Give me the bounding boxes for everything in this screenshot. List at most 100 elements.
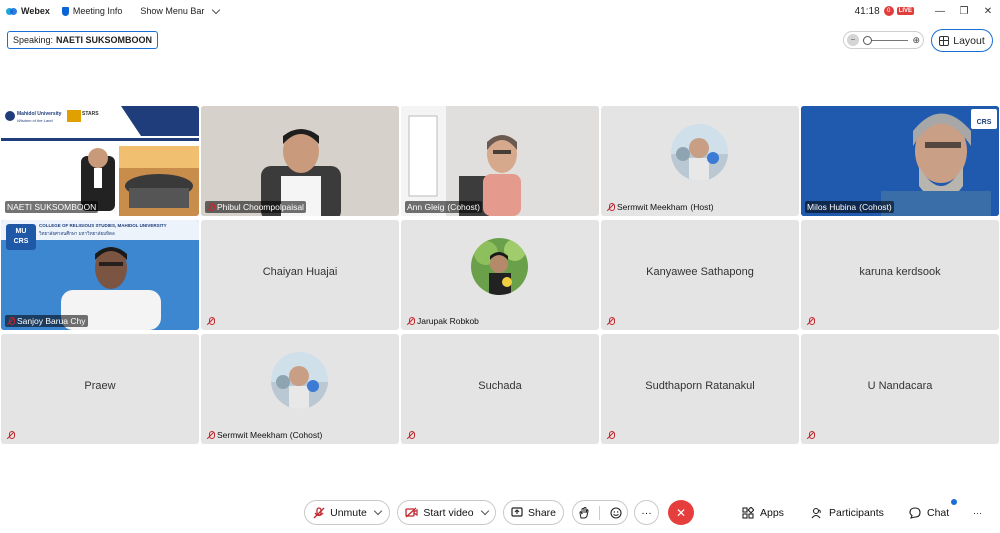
meeting-info-label: Meeting Info (72, 6, 123, 16)
layout-button[interactable]: Layout (931, 29, 993, 52)
share-button[interactable]: Share (503, 500, 564, 525)
close-button[interactable]: ✕ (976, 0, 1000, 22)
mic-muted-icon (607, 317, 615, 326)
share-label: Share (527, 506, 557, 519)
zoom-out-icon[interactable]: − (847, 34, 859, 46)
crs-banner-line2: วิทยาลัยศาสนศึกษา มหาวิทยาลัยมหิดล (39, 231, 115, 236)
overflow-menu-button[interactable]: ··· (973, 503, 982, 523)
participant-label: Jarupak Robkob (405, 315, 481, 327)
mic-muted-icon (207, 317, 215, 326)
mic-muted-icon (407, 431, 415, 440)
participant-name: Sermwit Meekham (Cohost) (217, 430, 323, 440)
video-tile-sermwit-host[interactable]: Sermwit Meekham (Host) (601, 106, 799, 216)
avatar (471, 238, 528, 295)
more-options-button[interactable]: ··· (634, 500, 659, 525)
participant-label (605, 316, 616, 327)
raise-hand-icon[interactable] (578, 506, 589, 519)
participants-button[interactable]: Participants (811, 503, 884, 523)
participant-label: Phibul Choompolpaisal (205, 201, 306, 213)
participant-status: (Cohost) (447, 202, 480, 212)
participant-label: Milos Hubina (Cohost) (805, 201, 894, 213)
participant-center-name: U Nandacara (867, 380, 933, 392)
recording-indicator: 0 (883, 6, 894, 16)
apps-button[interactable]: Apps (742, 503, 784, 523)
video-tile-praew[interactable]: Praew (1, 334, 199, 444)
reactions-group[interactable] (572, 500, 628, 525)
crs-watermark: CRS (971, 109, 997, 129)
participant-name: NAETI SUKSOMBOON (7, 202, 97, 212)
share-icon (511, 507, 523, 517)
participant-center-name: Chaiyan Huajai (262, 266, 338, 278)
reaction-emoji-icon[interactable] (610, 506, 622, 519)
avatar (671, 124, 728, 181)
app-title: Webex (6, 6, 50, 16)
zoom-in-icon[interactable]: ⊕ (912, 35, 920, 46)
video-tile-chaiyan[interactable]: Chaiyan Huajai (201, 220, 399, 330)
chat-notification-dot (951, 499, 957, 505)
apps-label: Apps (760, 507, 784, 519)
start-video-button[interactable]: Start video (397, 500, 496, 525)
participant-center-name: Suchada (478, 380, 522, 392)
avatar-photo (471, 238, 528, 295)
video-tile-phibul[interactable]: Phibul Choompolpaisal (201, 106, 399, 216)
participant-center-name: karuna kerdsook (859, 266, 941, 278)
crs-logo-top: MU (15, 228, 27, 235)
participants-label: Participants (829, 507, 884, 519)
chat-button[interactable]: Chat (909, 503, 949, 523)
video-tile-ann-gleig[interactable]: Ann Gleig (Cohost) (401, 106, 599, 216)
close-icon: ✕ (675, 505, 687, 520)
video-tile-jarupak[interactable]: Jarupak Robkob (401, 220, 599, 330)
crs-logo: MU CRS (6, 224, 36, 250)
show-menu-bar-button[interactable]: Show Menu Bar (140, 5, 221, 16)
participant-name: Milos Hubina (807, 202, 857, 212)
speaking-name: NAETI SUKSOMBOON (56, 35, 153, 45)
mic-muted-icon (313, 506, 325, 518)
video-tile-sanjoy[interactable]: MU CRS COLLEGE OF RELIGIOUS STUDIES, MAH… (1, 220, 199, 330)
zoom-track[interactable] (863, 35, 909, 45)
restore-button[interactable]: ❐ (952, 0, 976, 22)
video-tile-u-nandacara[interactable]: U Nandacara (801, 334, 999, 444)
video-tile-karuna[interactable]: karuna kerdsook (801, 220, 999, 330)
chevron-down-icon[interactable] (480, 506, 489, 516)
speaking-prefix: Speaking: (13, 35, 54, 45)
crs-banner-line1: COLLEGE OF RELIGIOUS STUDIES, MAHIDOL UN… (39, 223, 167, 228)
video-tile-kanyawee[interactable]: Kanyawee Sathapong (601, 220, 799, 330)
video-tile-sermwit-cohost[interactable]: Sermwit Meekham (Cohost) (201, 334, 399, 444)
participant-video (201, 106, 399, 216)
video-tile-suchada[interactable]: Suchada (401, 334, 599, 444)
zoom-slider[interactable]: − ⊕ (843, 31, 924, 49)
participant-label (805, 316, 816, 327)
divider (599, 505, 600, 520)
unmute-button[interactable]: Unmute (304, 500, 390, 525)
participant-name: Sermwit Meekham (617, 202, 688, 212)
minimize-button[interactable]: — (928, 0, 952, 22)
zoom-knob[interactable] (863, 35, 872, 45)
chevron-down-icon[interactable] (373, 506, 383, 516)
participant-label (605, 430, 616, 441)
meeting-info-button[interactable]: Meeting Info (61, 6, 123, 16)
leave-meeting-button[interactable]: ✕ (668, 500, 694, 525)
participant-video (801, 106, 999, 216)
participant-center-name: Kanyawee Sathapong (646, 266, 754, 278)
chevron-down-icon (212, 5, 221, 14)
mic-muted-icon (7, 431, 15, 440)
video-tile-milos[interactable]: CRS Milos Hubina (Cohost) (801, 106, 999, 216)
overflow-label: ··· (973, 508, 982, 518)
mic-muted-icon (407, 316, 415, 326)
video-tile-naeti[interactable]: Mahidol University Wisdom of the Land ST… (1, 106, 199, 216)
participant-name: Jarupak Robkob (417, 316, 479, 326)
participant-label (5, 430, 16, 441)
participant-label (805, 430, 816, 441)
participant-video (401, 106, 599, 216)
participant-label (405, 430, 416, 441)
shield-icon (61, 6, 69, 16)
webex-logo-icon (6, 7, 17, 16)
participant-name: Phibul Choompolpaisal (217, 202, 304, 212)
avatar-photo (271, 352, 328, 409)
mic-muted-icon (607, 202, 615, 212)
slide-stars: STARS (82, 111, 99, 117)
title-bar: Webex Meeting Info Show Menu Bar 41:18 0… (0, 0, 1000, 22)
video-tile-sudthaporn[interactable]: Sudthaporn Ratanakul (601, 334, 799, 444)
participant-label: Sanjoy Barua Chy (5, 315, 88, 327)
avatar (271, 352, 328, 409)
